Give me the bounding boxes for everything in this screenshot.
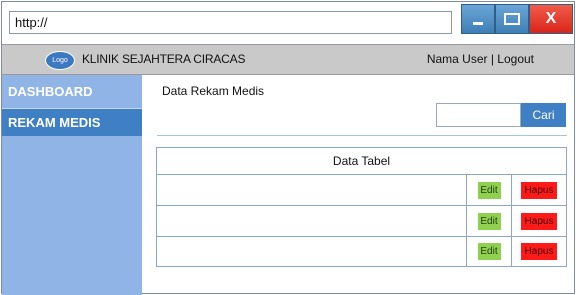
edit-button[interactable]: Edit xyxy=(477,181,501,199)
minimize-icon xyxy=(473,21,483,25)
table-cell xyxy=(157,175,467,205)
search-button[interactable]: Cari xyxy=(521,103,566,127)
table-cell xyxy=(157,237,467,266)
window-controls: X xyxy=(461,4,573,34)
maximize-button[interactable] xyxy=(495,4,529,34)
delete-cell: Hapus xyxy=(512,237,566,266)
delete-button[interactable]: Hapus xyxy=(521,212,557,230)
sidebar-item-rekam-medis[interactable]: REKAM MEDIS xyxy=(2,109,142,136)
browser-toolbar: http:// X xyxy=(2,2,574,44)
address-bar[interactable]: http:// xyxy=(9,11,452,34)
edit-cell: Edit xyxy=(467,175,512,205)
app-header: Logo KLINIK SEJAHTERA CIRACAS Nama User … xyxy=(2,44,574,75)
table-cell xyxy=(157,206,467,236)
close-button[interactable]: X xyxy=(529,4,573,34)
table-header: Data Tabel xyxy=(157,148,566,175)
table-row: Edit Hapus xyxy=(157,175,566,206)
page-title: Data Rekam Medis xyxy=(162,84,265,98)
sidebar-item-dashboard[interactable]: DASHBOARD xyxy=(2,75,142,109)
edit-cell: Edit xyxy=(467,237,512,266)
edit-button[interactable]: Edit xyxy=(477,212,501,230)
delete-button[interactable]: Hapus xyxy=(521,181,557,199)
data-table: Data Tabel Edit Hapus Edit Hapus Edit Ha… xyxy=(156,147,567,267)
sidebar: DASHBOARD REKAM MEDIS xyxy=(2,75,142,295)
edit-button[interactable]: Edit xyxy=(477,243,501,260)
edit-cell: Edit xyxy=(467,206,512,236)
delete-button[interactable]: Hapus xyxy=(521,243,557,260)
minimize-button[interactable] xyxy=(461,4,495,34)
app-title: KLINIK SEJAHTERA CIRACAS xyxy=(82,52,246,66)
search-input[interactable] xyxy=(436,103,521,127)
delete-cell: Hapus xyxy=(512,206,566,236)
delete-cell: Hapus xyxy=(512,175,566,205)
logo: Logo xyxy=(45,51,75,70)
table-row: Edit Hapus xyxy=(157,237,566,266)
user-nav[interactable]: Nama User | Logout xyxy=(427,52,534,66)
maximize-icon xyxy=(504,13,520,25)
table-row: Edit Hapus xyxy=(157,206,566,237)
browser-window: http:// X Logo KLINIK SEJAHTERA CIRACAS … xyxy=(1,1,575,295)
divider xyxy=(157,135,567,136)
